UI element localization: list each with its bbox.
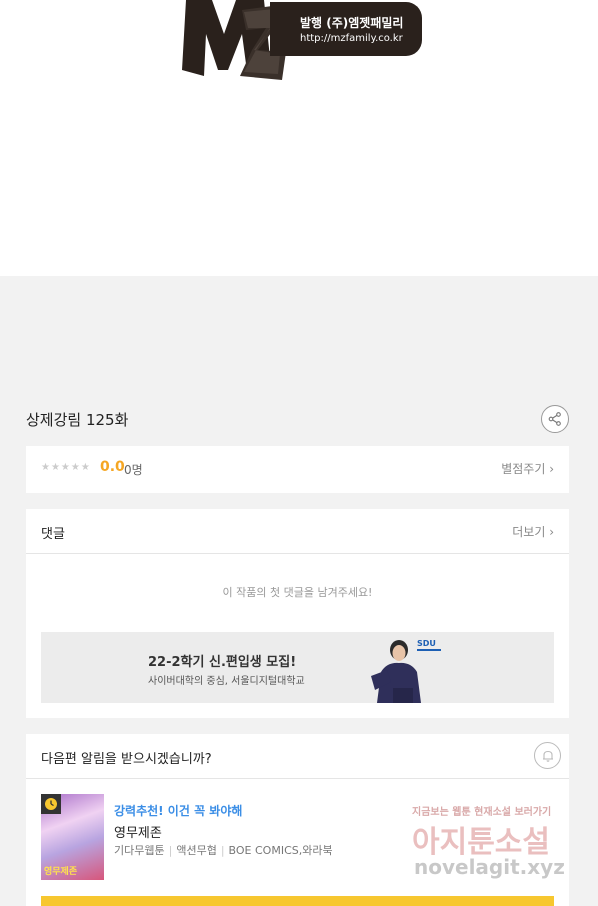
ad-subtitle: 사이버대학의 중심, 서울디지털대학교 — [148, 676, 305, 687]
recommend-meta: 기다무웹툰 | 액션무협 | BOE COMICS,와라북 — [114, 842, 333, 858]
comment-title: 댓글 — [41, 527, 65, 542]
publisher-logo: 발행 (주)엠젯패밀리 http://mzfamily.co.kr — [182, 0, 424, 82]
recommend-tag[interactable]: 강력추천! 이건 꼭 봐야해 — [114, 802, 242, 819]
rating-stars[interactable]: ★★★★★ — [41, 462, 91, 473]
recommend-meta-type: 기다무웹툰 — [114, 844, 165, 857]
comment-header: 댓글 더보기 › — [26, 509, 569, 554]
thumbnail-title: 영무제존 — [44, 867, 78, 877]
notify-header: 다음편 알림을 받으시겠습니까? — [26, 734, 569, 779]
comment-more-link[interactable]: 더보기 › — [512, 523, 554, 540]
publisher-name: 발행 (주)엠젯패밀리 — [300, 16, 404, 30]
meta-separator: | — [220, 844, 225, 857]
recommend-thumbnail[interactable]: 영무제존 — [41, 794, 104, 880]
comment-card: 댓글 더보기 › 이 작품의 첫 댓글을 남겨주세요! 22-2학기 신.편입생… — [26, 509, 569, 718]
webtoon-image-end: 발행 (주)엠젯패밀리 http://mzfamily.co.kr — [0, 0, 598, 276]
site-watermark: 지금보는 웹툰 현재소설 보러가기 아지툰소설 novelagit.xyz — [404, 803, 584, 893]
recommend-meta-publisher: BOE COMICS,와라북 — [228, 844, 333, 857]
watermark-url: novelagit.xyz — [414, 855, 565, 879]
sdu-logo-text: SDU — [417, 639, 436, 648]
notify-cta-button[interactable] — [41, 896, 554, 906]
comment-empty-message: 이 작품의 첫 댓글을 남겨주세요! — [222, 586, 373, 599]
rating-card: ★★★★★ 0.0 0명 별점주기 › — [26, 446, 569, 493]
ad-banner[interactable]: 22-2학기 신.편입생 모집! 사이버대학의 중심, 서울디지털대학교 SDU — [41, 632, 554, 703]
notify-question: 다음편 알림을 받으시겠습니까? — [41, 752, 212, 767]
publisher-url: http://mzfamily.co.kr — [300, 33, 403, 44]
recommend-title[interactable]: 영무제존 — [114, 822, 162, 841]
sdu-logo: SDU — [417, 639, 441, 651]
recommend-meta-genre: 액션무협 — [176, 844, 217, 857]
ad-title: 22-2학기 신.편입생 모집! — [148, 655, 297, 670]
bell-icon — [542, 750, 553, 762]
watermark-tagline: 지금보는 웹툰 현재소설 보러가기 — [412, 807, 552, 818]
notify-bell-button[interactable] — [534, 742, 561, 769]
share-button[interactable] — [541, 405, 569, 433]
share-icon — [548, 412, 561, 426]
episode-title: 상제강림 125화 — [26, 411, 129, 429]
rate-button[interactable]: 별점주기 › — [501, 460, 554, 477]
rating-count: 0명 — [124, 463, 143, 477]
clock-icon — [41, 794, 61, 814]
rating-score: 0.0 — [100, 459, 125, 475]
meta-separator: | — [168, 844, 173, 857]
